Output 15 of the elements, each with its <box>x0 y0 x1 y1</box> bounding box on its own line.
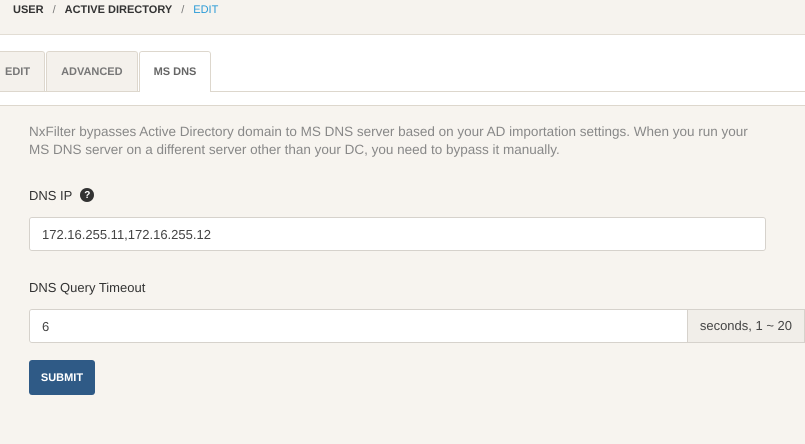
field-label: DNS IP <box>29 188 72 202</box>
help-icon[interactable]: ? <box>80 188 94 202</box>
input-addon: seconds, 1 ~ 20 <box>688 309 805 343</box>
tab[interactable]: ADVANCED <box>46 51 138 91</box>
tab[interactable]: EDIT <box>0 51 46 91</box>
field-label: DNS Query Timeout <box>29 280 146 294</box>
breadcrumb-link[interactable]: ACTIVE DIRECTORY <box>64 4 172 16</box>
breadcrumb-separator: / <box>52 4 56 16</box>
tab[interactable]: MS DNS <box>138 51 212 92</box>
submit-button[interactable]: SUBMIT <box>29 360 95 395</box>
breadcrumb-separator: / <box>181 4 184 16</box>
description-text: NxFilter bypasses Active Directory domain to MS DNS server based on your AD importation settings. When you run your MS DNS server on a different server other than your DC, you need to bypass it manually. <box>29 123 749 159</box>
dns-ip-field[interactable]: 172.16.255.11,172.16.255.12 <box>29 217 766 251</box>
breadcrumb-link[interactable]: USER <box>13 4 44 16</box>
timeout-field[interactable]: 6 <box>29 309 688 343</box>
